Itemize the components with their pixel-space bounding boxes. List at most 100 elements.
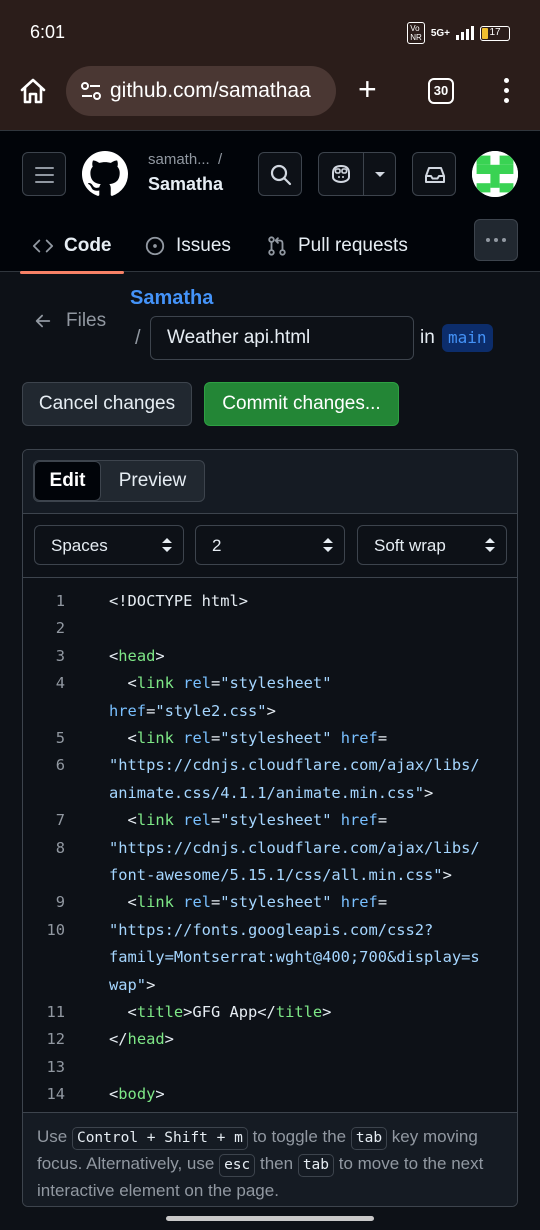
code-line[interactable]: wap">: [23, 972, 517, 999]
code-line[interactable]: 12 </head>: [23, 1026, 517, 1053]
select-arrows-icon: [485, 538, 495, 552]
url-text[interactable]: github.com/samathaa: [110, 79, 311, 103]
code-line[interactable]: 4 <link rel="stylesheet": [23, 670, 517, 697]
issue-icon: [145, 236, 165, 256]
pull-request-icon: [268, 236, 286, 256]
editor-toolbar: Spaces 2 Soft wrap: [23, 514, 517, 578]
volte-icon: Vo NR: [407, 22, 425, 44]
select-arrows-icon: [323, 538, 333, 552]
breadcrumb-owner[interactable]: samath... /: [148, 151, 222, 168]
code-line[interactable]: href="style2.css">: [23, 698, 517, 725]
repo-nav-tabs: Code Issues Pull requests: [0, 219, 540, 274]
search-icon: [270, 164, 292, 186]
line-number: 13: [46, 1057, 65, 1076]
indent-mode-value: Spaces: [51, 536, 108, 555]
code-line[interactable]: 14 <body>: [23, 1081, 517, 1108]
hamburger-menu-button[interactable]: [22, 152, 66, 196]
inbox-button[interactable]: [412, 152, 456, 196]
github-logo-icon[interactable]: [82, 151, 128, 197]
editor-tabs: Edit Preview: [23, 450, 517, 514]
home-icon[interactable]: [18, 76, 48, 106]
repo-link[interactable]: Samatha: [130, 287, 213, 310]
tab-issues[interactable]: Issues: [144, 219, 231, 273]
code-text: </head>: [109, 1030, 174, 1049]
code-text: <title>GFG App</title>: [109, 1003, 332, 1021]
shortcut-key: Control + Shift + m: [71, 1127, 248, 1150]
more-tabs-button[interactable]: [474, 219, 518, 261]
code-text: <!DOCTYPE html>: [109, 592, 248, 610]
breadcrumb-repo[interactable]: Samatha: [148, 174, 223, 195]
branch-badge[interactable]: main: [442, 324, 493, 352]
code-line[interactable]: 5 <link rel="stylesheet" href=: [23, 725, 517, 752]
code-text: "https://cdnjs.cloudflare.com/ajax/libs/: [109, 838, 480, 857]
copilot-button[interactable]: [318, 152, 396, 196]
tab-code[interactable]: Code: [20, 219, 123, 274]
code-line[interactable]: family=Montserrat:wght@400;700&display=s: [23, 944, 517, 971]
code-text: <body>: [109, 1085, 165, 1104]
site-settings-icon[interactable]: [80, 81, 102, 101]
tab-issues-label: Issues: [176, 235, 231, 256]
code-line[interactable]: 1 <!DOCTYPE html>: [23, 588, 517, 615]
select-arrows-icon: [162, 538, 172, 552]
code-icon: [32, 239, 54, 253]
code-line[interactable]: 6 "https://cdnjs.cloudflare.com/ajax/libs…: [23, 752, 517, 779]
code-line[interactable]: 2: [23, 615, 517, 642]
code-line[interactable]: 10 "https://fonts.googleapis.com/css2?: [23, 917, 517, 944]
avatar[interactable]: [472, 151, 518, 197]
line-number: 12: [46, 1030, 65, 1049]
indent-size-select[interactable]: 2: [195, 525, 345, 565]
wrap-mode-select[interactable]: Soft wrap: [357, 525, 507, 565]
indent-size-value: 2: [212, 536, 222, 555]
code-area[interactable]: 1 <!DOCTYPE html> 2 3 <head> 4 <link rel="sty…: [23, 578, 517, 1112]
chevron-down-icon[interactable]: [374, 171, 386, 179]
back-to-files-link[interactable]: Files: [34, 310, 106, 332]
indent-mode-select[interactable]: Spaces: [34, 525, 184, 565]
tab-switcher-button[interactable]: 30: [428, 78, 454, 104]
wrap-mode-value: Soft wrap: [374, 536, 446, 555]
line-number: 3: [55, 646, 65, 665]
code-line[interactable]: animate.css/4.1.1/animate.min.css">: [23, 780, 517, 807]
esc-key: esc: [219, 1154, 256, 1177]
url-bar[interactable]: github.com/samathaa: [66, 66, 336, 116]
line-number: 4: [55, 674, 65, 693]
line-number: 5: [55, 729, 65, 747]
code-text: <link rel="stylesheet" href=: [109, 893, 388, 912]
in-label: in: [420, 327, 435, 348]
filename-input[interactable]: Weather api.html: [150, 316, 414, 360]
commit-changes-button[interactable]: Commit changes...: [204, 382, 399, 426]
plus-icon[interactable]: +: [358, 73, 377, 105]
code-text: family=Montserrat:wght@400;700&display=s: [109, 948, 480, 967]
code-line[interactable]: 11 <title>GFG App</title>: [23, 999, 517, 1026]
code-line[interactable]: font-awesome/5.15.1/css/all.min.css">: [23, 862, 517, 889]
code-line[interactable]: 8 "https://cdnjs.cloudflare.com/ajax/libs…: [23, 835, 517, 862]
tab-key: tab: [297, 1154, 335, 1177]
line-number: 8: [55, 838, 65, 857]
status-bar: 6:01 Vo NR 5G+ 17: [0, 0, 540, 62]
tab-code-label: Code: [64, 235, 112, 256]
network-label: 5G+: [430, 27, 450, 39]
search-button[interactable]: [258, 152, 302, 196]
identicon-icon: [472, 151, 518, 197]
kebab-menu-icon[interactable]: [500, 78, 512, 106]
arrow-left-icon: [35, 314, 51, 328]
code-text: animate.css/4.1.1/animate.min.css">: [109, 783, 434, 802]
gesture-nav-handle[interactable]: [166, 1216, 374, 1221]
line-number: 1: [55, 592, 65, 610]
code-line[interactable]: 13: [23, 1054, 517, 1081]
edit-preview-toggle: Edit Preview: [33, 460, 205, 502]
line-number: 10: [46, 920, 65, 939]
copilot-icon: [332, 164, 350, 184]
battery-icon: 17: [480, 25, 510, 41]
keyboard-hint: Use Control + Shift + m to toggle the ta…: [23, 1112, 517, 1206]
tab-pull-requests[interactable]: Pull requests: [266, 219, 408, 273]
tab-edit[interactable]: Edit: [34, 461, 101, 501]
code-line[interactable]: 9 <link rel="stylesheet" href=: [23, 889, 517, 916]
tab-preview[interactable]: Preview: [101, 461, 204, 501]
cancel-changes-button[interactable]: Cancel changes: [22, 382, 192, 426]
code-line[interactable]: 3 <head>: [23, 643, 517, 670]
line-number: 11: [46, 1003, 65, 1021]
status-time: 6:01: [30, 22, 66, 42]
code-text: <link rel="stylesheet": [109, 674, 332, 693]
code-line[interactable]: 7 <link rel="stylesheet" href=: [23, 807, 517, 834]
battery-level: 17: [489, 26, 501, 38]
